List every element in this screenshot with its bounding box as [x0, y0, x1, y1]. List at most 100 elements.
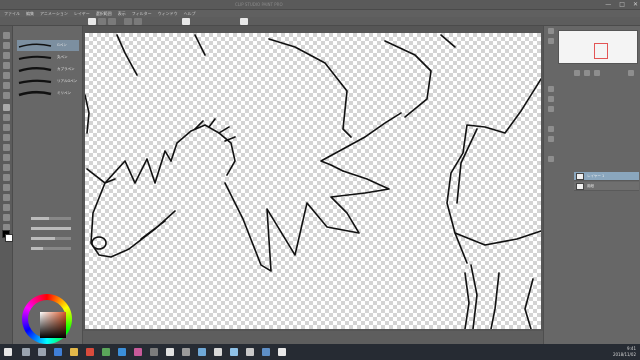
figure-tool-icon[interactable]	[3, 194, 10, 201]
property-brush-size[interactable]	[17, 216, 79, 221]
app-icon[interactable]	[262, 348, 270, 356]
menu-item[interactable]: ヘルプ	[184, 10, 196, 17]
brush-stroke-preview	[18, 43, 52, 48]
blend-tool-icon[interactable]	[3, 164, 10, 171]
clear-icon[interactable]	[182, 18, 190, 25]
layer-item[interactable]: 用紙	[574, 182, 639, 191]
layer-palette-icon[interactable]	[548, 106, 554, 112]
maximize-button[interactable]: □	[619, 1, 625, 8]
pencil-tool-icon[interactable]	[3, 114, 10, 121]
clip-studio-taskbar-icon[interactable]	[246, 348, 254, 356]
drawing-canvas[interactable]	[85, 33, 541, 329]
new-raster-layer-icon[interactable]	[574, 70, 580, 76]
layer-move-tool-icon[interactable]	[3, 62, 10, 69]
menu-item[interactable]: アニメーション	[40, 10, 68, 17]
menu-item[interactable]: ファイル	[4, 10, 20, 17]
auto-select-tool-icon[interactable]	[3, 82, 10, 89]
eyedropper-tool-icon[interactable]	[3, 92, 10, 99]
brush-item[interactable]: ミリペン	[17, 88, 79, 99]
search-icon[interactable]	[22, 348, 30, 356]
subview-tab-icon[interactable]	[548, 38, 554, 44]
layer-name: レイヤー 1	[587, 174, 605, 178]
frame-tool-icon[interactable]	[3, 204, 10, 211]
fill-tool-icon[interactable]	[3, 174, 10, 181]
app-icon[interactable]	[198, 348, 206, 356]
navigator-tab-icon[interactable]	[548, 28, 554, 34]
app-icon[interactable]	[86, 348, 94, 356]
color-wheel-center	[28, 300, 66, 338]
menu-item[interactable]: 編集	[26, 10, 34, 17]
layer-thumbnail	[576, 183, 584, 190]
brush-stroke-preview	[18, 79, 52, 85]
brush-item[interactable]: カブラペン	[17, 64, 79, 75]
material-icon[interactable]	[548, 126, 554, 132]
navigator-view-frame[interactable]	[594, 43, 608, 59]
app-icon[interactable]	[278, 348, 286, 356]
menu-item[interactable]: 表示	[118, 10, 126, 17]
property-fill	[31, 217, 49, 220]
new-file-icon[interactable]	[88, 18, 96, 25]
os-taskbar: 9:41 2018/11/02	[0, 344, 640, 360]
property-stabilization[interactable]	[17, 246, 79, 251]
menu-item[interactable]: フィルター	[132, 10, 152, 17]
operation-tool-icon[interactable]	[3, 52, 10, 59]
open-file-icon[interactable]	[98, 18, 106, 25]
new-folder-icon[interactable]	[594, 70, 600, 76]
navigator-preview[interactable]	[558, 30, 638, 64]
property-antialias[interactable]	[17, 236, 79, 241]
menu-item[interactable]: ウィンドウ	[158, 10, 178, 17]
brush-item[interactable]: リアルGペン	[17, 76, 79, 87]
app-icon[interactable]	[150, 348, 158, 356]
undo-icon[interactable]	[124, 18, 132, 25]
brush-tool-icon[interactable]	[3, 124, 10, 131]
delete-layer-icon[interactable]	[628, 70, 634, 76]
property-fill	[31, 247, 43, 250]
task-view-icon[interactable]	[38, 348, 46, 356]
airbrush-tool-icon[interactable]	[3, 134, 10, 141]
menu-item[interactable]: 選択範囲	[96, 10, 112, 17]
decoration-tool-icon[interactable]	[3, 144, 10, 151]
app-icon[interactable]	[118, 348, 126, 356]
move-tool-icon[interactable]	[3, 42, 10, 49]
brush-name: ミリペン	[57, 91, 71, 95]
app-icon[interactable]	[102, 348, 110, 356]
layer-item[interactable]: レイヤー 1	[574, 172, 639, 181]
minimize-button[interactable]: —	[605, 1, 611, 8]
edge-browser-icon[interactable]	[54, 348, 62, 356]
app-icon[interactable]	[230, 348, 238, 356]
brush-name: Gペン	[57, 43, 67, 47]
gradient-tool-icon[interactable]	[3, 184, 10, 191]
start-menu-icon[interactable]	[4, 348, 12, 356]
property-opacity[interactable]	[17, 226, 79, 231]
new-vector-layer-icon[interactable]	[584, 70, 590, 76]
layer-name: 用紙	[587, 184, 594, 188]
app-icon[interactable]	[214, 348, 222, 356]
brush-item[interactable]: 丸ペン	[17, 52, 79, 63]
system-clock[interactable]: 9:41 2018/11/02	[613, 346, 636, 358]
property-fill	[31, 237, 55, 240]
close-button[interactable]: ✕	[633, 1, 638, 8]
transform-icon[interactable]	[240, 18, 248, 25]
color-wheel[interactable]	[22, 294, 72, 344]
auto-action-icon[interactable]	[548, 156, 554, 162]
redo-icon[interactable]	[134, 18, 142, 25]
selection-tool-icon[interactable]	[3, 72, 10, 79]
file-explorer-icon[interactable]	[70, 348, 78, 356]
saturation-value-square[interactable]	[40, 312, 66, 338]
zoom-tool-icon[interactable]	[3, 32, 10, 39]
menu-item[interactable]: レイヤー	[74, 10, 90, 17]
save-icon[interactable]	[108, 18, 116, 25]
eraser-tool-icon[interactable]	[3, 154, 10, 161]
app-icon[interactable]	[182, 348, 190, 356]
layer-search-icon[interactable]	[548, 96, 554, 102]
pen-tool-icon[interactable]	[3, 104, 10, 111]
brush-name: リアルGペン	[57, 79, 78, 83]
ruler-tool-icon[interactable]	[3, 214, 10, 221]
sub-color-chip[interactable]	[5, 234, 13, 242]
app-icon[interactable]	[166, 348, 174, 356]
brush-item[interactable]: Gペン	[17, 40, 79, 51]
layer-property-icon[interactable]	[548, 86, 554, 92]
app-icon[interactable]	[134, 348, 142, 356]
history-icon[interactable]	[548, 136, 554, 142]
brush-name: カブラペン	[57, 67, 75, 71]
